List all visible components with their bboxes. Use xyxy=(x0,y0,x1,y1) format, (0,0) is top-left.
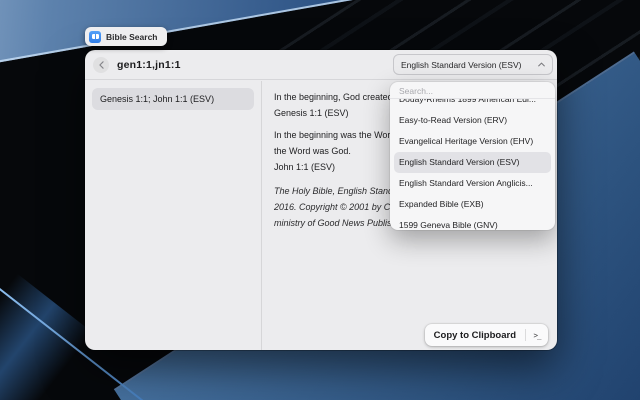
version-search-input[interactable] xyxy=(390,82,555,98)
app-title: Bible Search xyxy=(106,32,158,42)
copy-to-clipboard-button[interactable]: Copy to Clipboard >_ xyxy=(425,324,548,346)
app-title-pill: Bible Search xyxy=(85,27,167,46)
result-list-item-selected[interactable]: Genesis 1:1; John 1:1 (ESV) xyxy=(92,88,254,110)
search-bar: gen1:1,jn1:1 English Standard Version (E… xyxy=(85,50,557,80)
wallpaper-bottom-left-glow xyxy=(0,274,92,400)
back-button[interactable] xyxy=(93,57,109,73)
version-option[interactable]: 1599 Geneva Bible (GNV) xyxy=(390,215,555,230)
version-option[interactable]: Expanded Bible (EXB) xyxy=(390,194,555,215)
version-option[interactable]: Easy-to-Read Version (ERV) xyxy=(390,110,555,131)
chevron-up-icon xyxy=(538,62,545,67)
terminal-prompt-key-icon: >_ xyxy=(526,331,548,340)
bible-search-app-icon xyxy=(89,31,101,43)
version-option-selected[interactable]: English Standard Version (ESV) xyxy=(394,152,551,173)
version-list: Douay-Rheims 1899 American Edi... Easy-t… xyxy=(390,99,555,230)
results-sidebar: Genesis 1:1; John 1:1 (ESV) xyxy=(85,81,261,350)
version-dropdown-selected-label: English Standard Version (ESV) xyxy=(401,60,521,70)
copy-button-label: Copy to Clipboard xyxy=(425,330,525,341)
desktop: Bible Search gen1:1,jn1:1 English Standa… xyxy=(0,0,640,400)
version-option[interactable]: Evangelical Heritage Version (EHV) xyxy=(390,131,555,152)
version-dropdown-panel: Douay-Rheims 1899 American Edi... Easy-t… xyxy=(390,82,555,230)
version-dropdown-trigger[interactable]: English Standard Version (ESV) xyxy=(393,54,553,75)
chevron-left-icon xyxy=(99,61,104,69)
bible-search-window: gen1:1,jn1:1 English Standard Version (E… xyxy=(85,50,557,350)
search-query-input[interactable]: gen1:1,jn1:1 xyxy=(117,59,181,71)
version-option[interactable]: Douay-Rheims 1899 American Edi... xyxy=(390,99,555,110)
version-option[interactable]: English Standard Version Anglicis... xyxy=(390,173,555,194)
